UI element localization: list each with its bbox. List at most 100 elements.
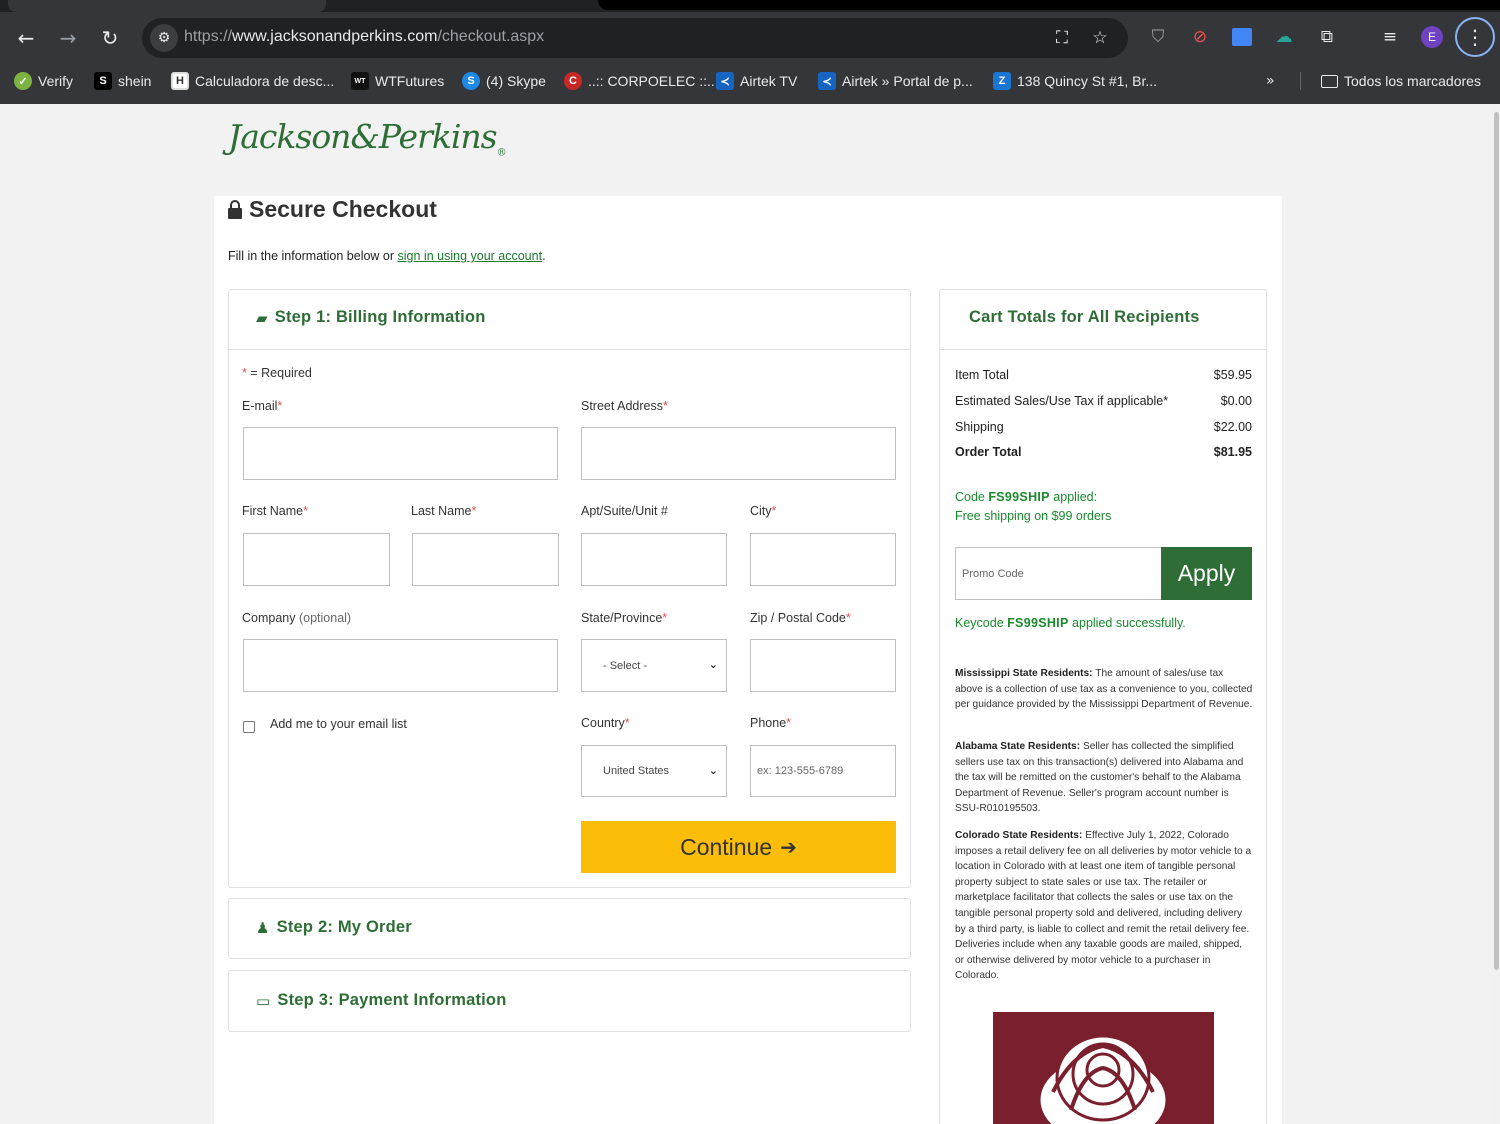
arrow-right-icon: ➔ bbox=[780, 835, 797, 859]
first-name-field[interactable] bbox=[243, 533, 390, 586]
billing-panel: ▰ Step 1: Billing Information bbox=[228, 289, 911, 888]
bookmark-airtek-tv[interactable]: ≺ Airtek TV bbox=[716, 70, 797, 92]
inactive-tab[interactable] bbox=[598, 0, 1500, 10]
shield-extension-icon[interactable]: ⛉ bbox=[1145, 24, 1171, 50]
last-name-label: Last Name* bbox=[411, 504, 477, 518]
browser-menu-button[interactable]: ⋮ bbox=[1455, 17, 1495, 57]
zip-field[interactable] bbox=[750, 639, 896, 692]
translate-icon[interactable]: ⛶ bbox=[1050, 26, 1074, 50]
promo-code-input[interactable] bbox=[955, 547, 1161, 600]
skype-icon: S bbox=[462, 72, 480, 90]
reload-icon: ↻ bbox=[101, 26, 119, 50]
code-applied-text: Code FS99SHIP applied: bbox=[955, 490, 1098, 504]
profile-avatar[interactable]: E bbox=[1421, 26, 1443, 48]
my-order-panel[interactable]: ♟ Step 2: My Order bbox=[228, 898, 911, 959]
continue-button[interactable]: Continue ➔ bbox=[581, 821, 896, 873]
email-list-checkbox[interactable] bbox=[243, 721, 255, 733]
keycode-success-message: Keycode FS99SHIP applied successfully. bbox=[955, 616, 1186, 630]
billing-step-title: ▰ Step 1: Billing Information bbox=[256, 308, 486, 327]
order-total-row: Order Total $81.95 bbox=[955, 445, 1252, 459]
first-name-label: First Name* bbox=[242, 504, 308, 518]
cloud-extension-icon[interactable]: ☁ bbox=[1271, 24, 1297, 50]
sign-in-link[interactable]: sign in using your account bbox=[398, 249, 543, 263]
cart-totals-title: Cart Totals for All Recipients bbox=[969, 308, 1200, 326]
site-info-icon[interactable]: ⚙ bbox=[150, 24, 178, 52]
email-list-label[interactable]: Add me to your email list bbox=[270, 717, 407, 731]
more-vert-icon: ⋮ bbox=[1465, 25, 1485, 49]
payment-panel[interactable]: ▭ Step 3: Payment Information bbox=[228, 970, 911, 1032]
bookmark-airtek-portal[interactable]: ≺ Airtek » Portal de p... bbox=[818, 70, 973, 92]
company-label: Company (optional) bbox=[242, 611, 352, 625]
state-select[interactable]: - Select - ⌄ bbox=[581, 639, 727, 692]
bookmark-star-icon[interactable]: ☆ bbox=[1088, 26, 1112, 50]
payment-step-title: ▭ Step 3: Payment Information bbox=[256, 991, 507, 1010]
zip-label: Zip / Postal Code* bbox=[750, 611, 851, 625]
active-tab[interactable] bbox=[8, 0, 326, 12]
browser-chrome: ← → ↻ ⚙ https://www.jacksonandperkins.co… bbox=[0, 0, 1500, 104]
bookmark-skype[interactable]: S (4) Skype bbox=[462, 70, 546, 92]
apply-promo-button[interactable]: Apply bbox=[1161, 547, 1252, 600]
bookmark-wtfutures[interactable]: WT WTFutures bbox=[351, 70, 444, 92]
all-bookmarks-folder[interactable]: Todos los marcadores bbox=[1321, 70, 1481, 92]
url-text[interactable]: https://www.jacksonandperkins.com/checko… bbox=[184, 28, 544, 46]
arrow-left-icon: ← bbox=[17, 26, 35, 50]
blocker-extension-icon[interactable]: ⊘ bbox=[1187, 24, 1213, 50]
bookmark-corpoelec[interactable]: C..:: CORPOELEC ::.. bbox=[564, 70, 715, 92]
corpoelec-icon: C bbox=[564, 72, 582, 90]
shipping-row: Shipping $22.00 bbox=[955, 420, 1252, 434]
folder-icon bbox=[1321, 74, 1338, 88]
rose-logo-image bbox=[993, 1012, 1214, 1124]
verify-icon: ✓ bbox=[14, 72, 32, 90]
required-note: * = Required bbox=[242, 366, 312, 380]
email-field[interactable] bbox=[243, 427, 558, 480]
extensions-puzzle-icon[interactable]: ⧉ bbox=[1314, 24, 1340, 50]
book-icon: ▰ bbox=[256, 308, 268, 327]
user-icon: ♟ bbox=[256, 918, 270, 937]
colorado-tax-notice: Colorado State Residents: Effective July… bbox=[955, 830, 1252, 982]
back-button[interactable]: ← bbox=[10, 22, 42, 54]
credit-card-icon: ▭ bbox=[256, 991, 271, 1010]
state-label: State/Province* bbox=[581, 611, 668, 625]
country-label: Country* bbox=[581, 716, 630, 730]
bookmark-calculadora[interactable]: H Calculadora de desc... bbox=[171, 70, 334, 92]
chevron-down-icon: ⌄ bbox=[708, 764, 718, 777]
google-translate-extension-icon[interactable] bbox=[1229, 24, 1255, 50]
airtek-icon: ≺ bbox=[716, 72, 734, 90]
bookmark-shein[interactable]: Sshein bbox=[94, 70, 151, 92]
tab-strip bbox=[0, 0, 1500, 12]
company-field[interactable] bbox=[243, 639, 558, 692]
bookmark-divider bbox=[1300, 72, 1301, 90]
country-select[interactable]: United States ⌄ bbox=[581, 745, 727, 797]
email-label: E-mail* bbox=[242, 399, 283, 413]
page-title: Secure Checkout bbox=[228, 196, 437, 223]
intro-text: Fill in the information below or sign in… bbox=[228, 249, 546, 263]
reload-button[interactable]: ↻ bbox=[94, 22, 126, 54]
airtek-icon: ≺ bbox=[818, 72, 836, 90]
lock-icon bbox=[228, 200, 242, 219]
chevron-down-icon: ⌄ bbox=[708, 658, 718, 671]
street-address-field[interactable] bbox=[581, 427, 896, 480]
billing-panel-header[interactable]: ▰ Step 1: Billing Information bbox=[229, 290, 910, 350]
city-field[interactable] bbox=[750, 533, 896, 586]
more-bookmarks-button[interactable]: » bbox=[1266, 70, 1275, 92]
bookmark-verify[interactable]: ✓ Verify bbox=[14, 70, 73, 92]
apt-label: Apt/Suite/Unit # bbox=[581, 504, 668, 518]
address-bar[interactable]: ⚙ https://www.jacksonandperkins.com/chec… bbox=[142, 18, 1128, 58]
code-description: Free shipping on $99 orders bbox=[955, 509, 1112, 523]
media-control-icon[interactable]: ≡ bbox=[1377, 24, 1403, 50]
phone-label: Phone* bbox=[750, 716, 792, 730]
bookmarks-bar: ✓ Verify Sshein H Calculadora de desc... W… bbox=[0, 62, 1500, 98]
scrollbar-thumb[interactable] bbox=[1494, 112, 1499, 970]
city-label: City* bbox=[750, 504, 777, 518]
last-name-field[interactable] bbox=[412, 533, 559, 586]
brand-logo[interactable]: Jackson&Perkins® bbox=[228, 117, 507, 159]
bookmark-quincy[interactable]: Z 138 Quincy St #1, Br... bbox=[993, 70, 1157, 92]
cart-totals-header: Cart Totals for All Recipients bbox=[940, 290, 1266, 350]
mississippi-tax-notice: Mississippi State Residents: The amount … bbox=[955, 668, 1253, 711]
shein-icon: S bbox=[94, 72, 112, 90]
apt-field[interactable] bbox=[581, 533, 727, 586]
item-total-row: Item Total $59.95 bbox=[955, 368, 1252, 382]
phone-field[interactable] bbox=[750, 745, 896, 797]
forward-button[interactable]: → bbox=[52, 22, 84, 54]
rose-icon bbox=[1037, 1034, 1169, 1124]
